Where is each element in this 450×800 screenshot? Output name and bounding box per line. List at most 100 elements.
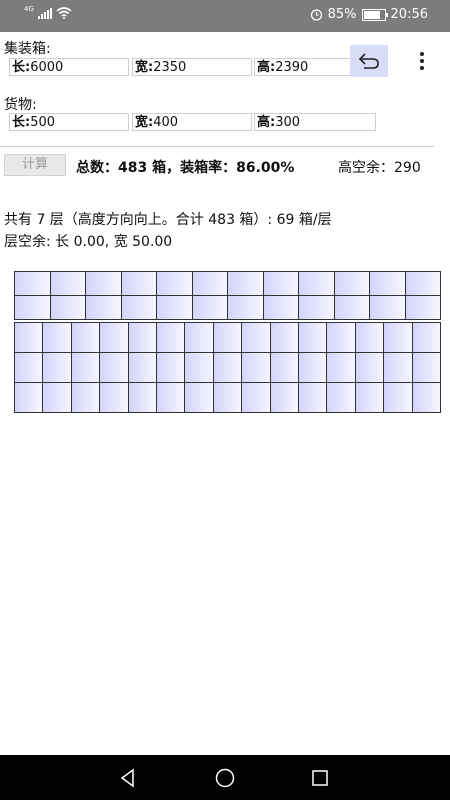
cargo-box: [298, 322, 327, 353]
cargo-box: [369, 295, 406, 320]
container-width-field[interactable]: 宽:2350: [132, 58, 252, 76]
cargo-length-value: 500: [30, 115, 56, 130]
layer-gap-text: 层空余: 长 0.00, 宽 50.00: [4, 234, 173, 250]
container-width-label: 宽:: [135, 60, 154, 75]
cargo-box: [14, 352, 43, 383]
cargo-width-field[interactable]: 宽:400: [132, 113, 252, 131]
cargo-box: [192, 295, 228, 320]
cargo-box: [405, 295, 441, 320]
cargo-box: [121, 295, 157, 320]
container-length-value: 6000: [30, 60, 64, 75]
summary-text: 总数：483 箱，装箱率：86.00%: [76, 160, 295, 176]
cargo-box: [263, 271, 299, 296]
container-length-label: 长:: [12, 60, 31, 75]
cargo-box: [71, 352, 100, 383]
cargo-box: [326, 382, 356, 413]
cargo-box: [85, 271, 122, 296]
cargo-box: [156, 295, 193, 320]
undo-button[interactable]: [350, 45, 388, 77]
cargo-box: [412, 322, 441, 353]
height-remaining-text: 高空余：290: [338, 160, 421, 176]
cargo-height-label: 高:: [257, 115, 276, 130]
cargo-box: [42, 322, 72, 353]
cargo-box: [213, 322, 242, 353]
cargo-box: [50, 271, 86, 296]
home-icon[interactable]: [214, 767, 236, 789]
cargo-box: [213, 382, 242, 413]
container-height-label: 高:: [257, 60, 276, 75]
calculate-button[interactable]: 计算: [4, 154, 66, 176]
layout-lower-block: [14, 322, 441, 413]
clock: 20:56: [390, 7, 428, 22]
recents-icon[interactable]: [309, 767, 331, 789]
cargo-box: [383, 322, 413, 353]
cargo-box: [184, 352, 214, 383]
cargo-box: [298, 382, 327, 413]
cargo-box: [156, 322, 185, 353]
cargo-box: [85, 295, 122, 320]
cargo-box: [14, 382, 43, 413]
cargo-box: [326, 322, 356, 353]
cargo-box: [121, 271, 157, 296]
cargo-box: [326, 352, 356, 383]
cargo-box: [71, 322, 100, 353]
cargo-box: [14, 271, 51, 296]
cargo-box: [298, 271, 335, 296]
cargo-box: [405, 271, 441, 296]
undo-icon: [358, 53, 379, 69]
container-height-field[interactable]: 高:2390: [254, 58, 352, 76]
container-title: 集装箱:: [4, 41, 51, 57]
cargo-box: [369, 271, 406, 296]
signal-icon: [37, 7, 52, 19]
cargo-box: [355, 382, 384, 413]
layers-text: 共有 7 层（高度方向向上。合计 483 箱）: 69 箱/层: [4, 212, 332, 228]
divider: [0, 146, 434, 147]
cargo-box: [42, 352, 72, 383]
cargo-box: [128, 352, 157, 383]
cargo-height-value: 300: [275, 115, 301, 130]
back-icon[interactable]: [117, 767, 139, 789]
cargo-box: [99, 322, 129, 353]
cargo-width-label: 宽:: [135, 115, 154, 130]
cargo-box: [383, 382, 413, 413]
cargo-length-field[interactable]: 长:500: [9, 113, 129, 131]
cargo-height-field[interactable]: 高:300: [254, 113, 376, 131]
container-length-field[interactable]: 长:6000: [9, 58, 129, 76]
cargo-box: [14, 295, 51, 320]
cargo-box: [263, 295, 299, 320]
cargo-box: [355, 352, 384, 383]
cargo-box: [383, 352, 413, 383]
cargo-title: 货物:: [4, 97, 37, 113]
cargo-box: [270, 352, 299, 383]
alarm-icon: [310, 9, 322, 21]
cargo-box: [128, 382, 157, 413]
network-type: 4G: [24, 5, 34, 13]
cargo-box: [270, 382, 299, 413]
cargo-box: [227, 295, 264, 320]
cargo-box: [14, 322, 43, 353]
cargo-box: [42, 382, 72, 413]
cargo-box: [241, 382, 271, 413]
cargo-box: [298, 352, 327, 383]
battery-icon: [361, 8, 388, 21]
cargo-box: [355, 322, 384, 353]
more-vert-icon[interactable]: [415, 52, 429, 72]
cargo-box: [99, 352, 129, 383]
cargo-box: [270, 322, 299, 353]
cargo-box: [99, 382, 129, 413]
cargo-box: [227, 271, 264, 296]
cargo-box: [156, 382, 185, 413]
cargo-box: [298, 295, 335, 320]
status-bar: 4G 85% 20:56: [0, 0, 450, 32]
cargo-box: [334, 295, 370, 320]
layout-upper-block: [14, 271, 441, 320]
battery-percent: 85%: [327, 7, 357, 22]
status-left: 4G: [24, 5, 72, 19]
container-width-value: 2350: [153, 60, 187, 75]
status-right: 85% 20:56: [310, 7, 428, 22]
cargo-box: [128, 322, 157, 353]
container-height-value: 2390: [275, 60, 309, 75]
cargo-width-value: 400: [153, 115, 179, 130]
cargo-length-label: 长:: [12, 115, 31, 130]
cargo-box: [412, 382, 441, 413]
